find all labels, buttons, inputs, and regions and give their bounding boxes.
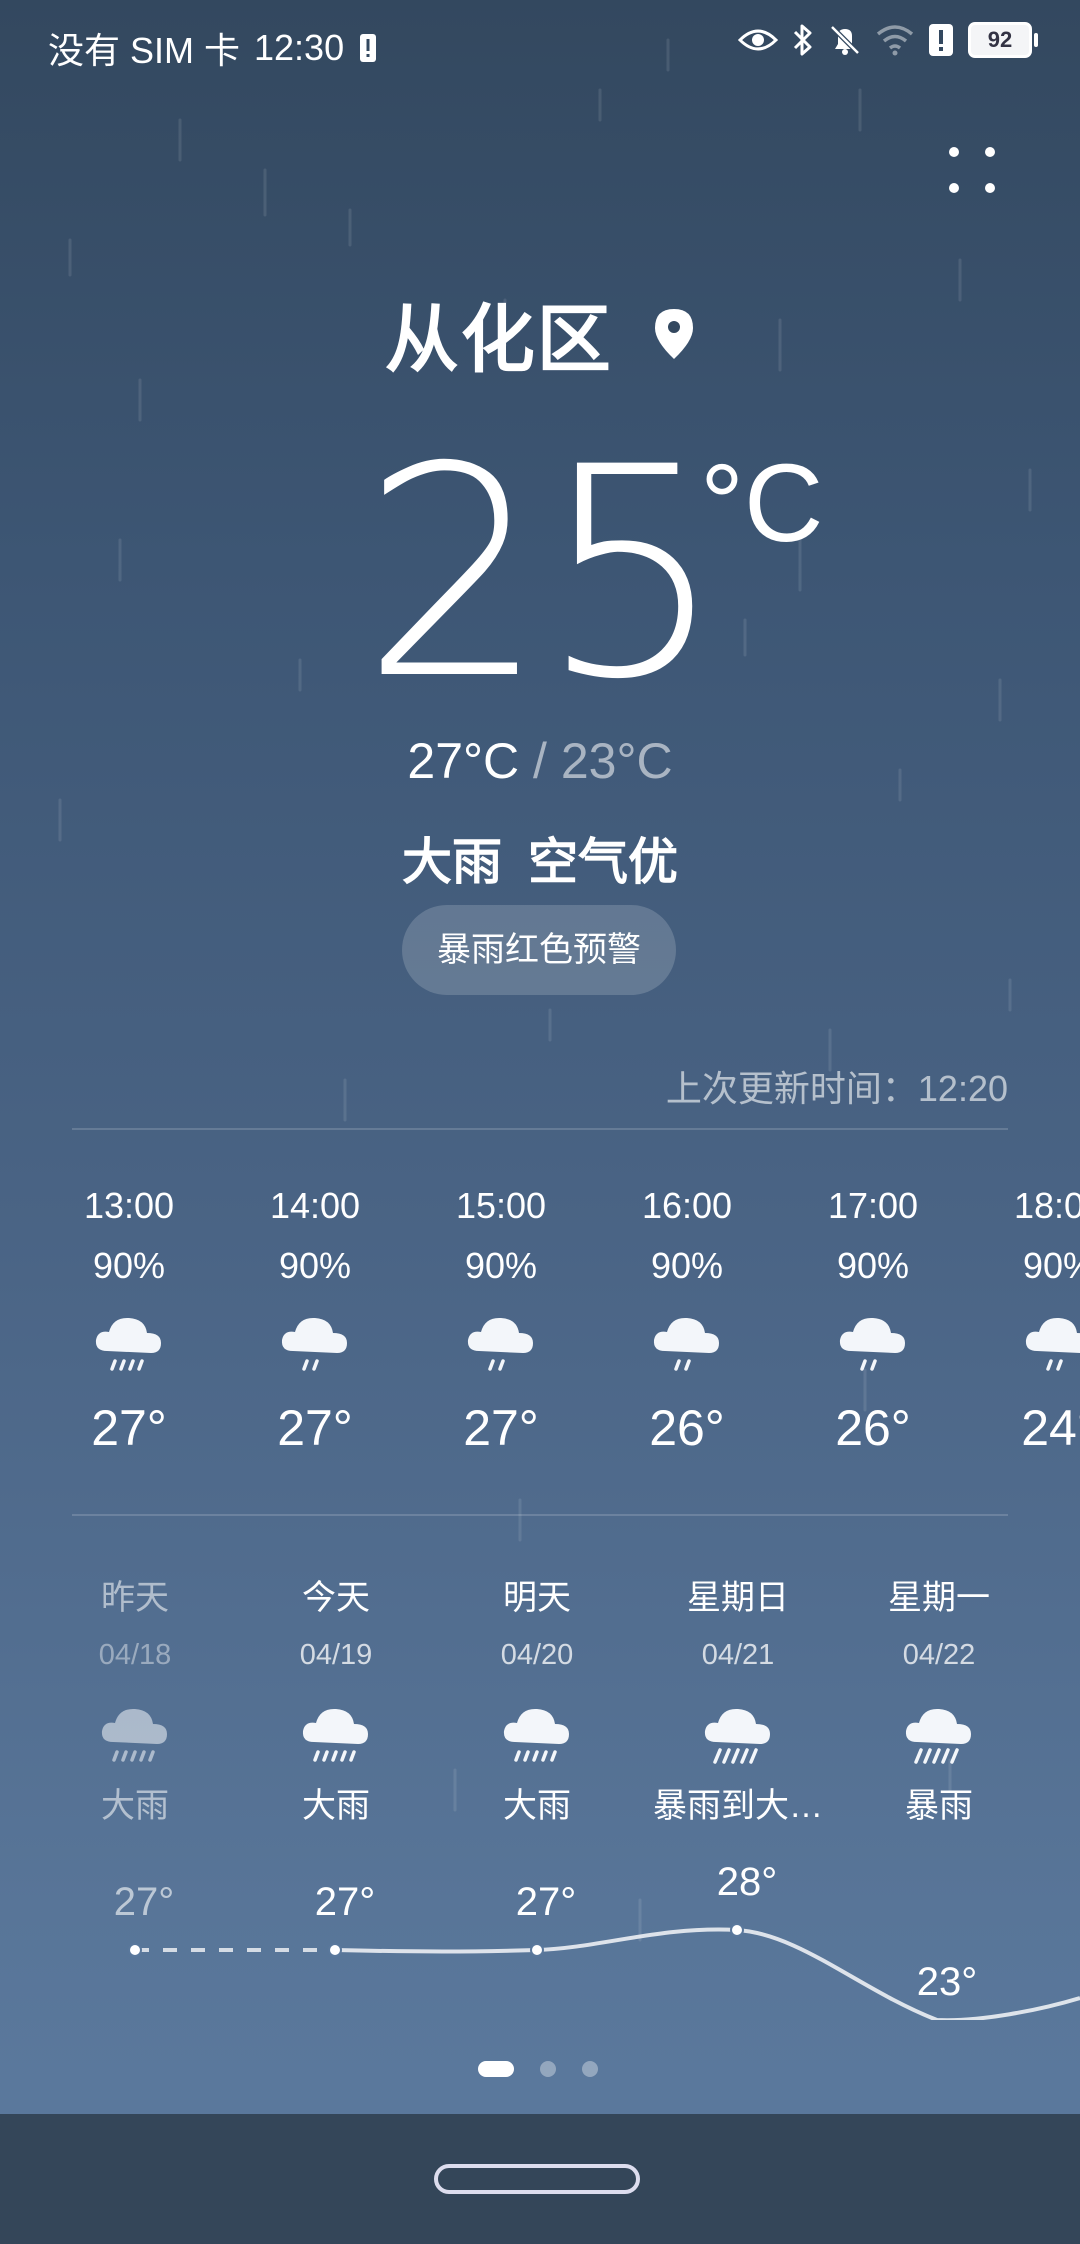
- eye-icon: [738, 29, 778, 51]
- rain-cloud-icon: [607, 1305, 767, 1385]
- day-date: 04/19: [299, 1639, 373, 1671]
- hourly-item: 14:00 90% 27°: [235, 1185, 395, 1457]
- rain-cloud-icon: [235, 1305, 395, 1385]
- hour-precip: 90%: [278, 1245, 352, 1286]
- day-date: 04/18: [98, 1639, 172, 1671]
- navigation-bar: [0, 2114, 1080, 2244]
- page-dot[interactable]: [582, 2061, 598, 2077]
- daily-item: 星期一 04/22 暴雨: [839, 1570, 1039, 1827]
- hourly-item: 15:00 90% 27°: [421, 1185, 581, 1457]
- page-indicator[interactable]: [0, 2058, 1080, 2078]
- daily-item: 昨天 04/18 大雨: [35, 1570, 235, 1827]
- day-date: 04/22: [902, 1639, 976, 1671]
- temp-high: 27°C: [407, 733, 520, 789]
- day-condition: 大雨: [101, 1787, 169, 1825]
- current-temperature: 25: [0, 430, 1080, 720]
- wifi-icon: [876, 25, 914, 56]
- condition-summary: 大雨 空气优: [0, 822, 1080, 894]
- day-name: 今天: [302, 1579, 370, 1617]
- hour-time: 17:00: [827, 1185, 919, 1226]
- alert-icon: [929, 24, 953, 56]
- hour-precip: 90%: [92, 1245, 166, 1286]
- day-condition: 大雨: [503, 1787, 571, 1825]
- temp-low: 23°C: [560, 733, 673, 789]
- battery-level: 92: [987, 27, 1013, 52]
- day-date: 04/20: [500, 1639, 574, 1671]
- sim-alert-icon: [360, 34, 377, 62]
- hour-precip: 90%: [464, 1245, 538, 1286]
- hourly-item: 16:00 90% 26°: [607, 1185, 767, 1457]
- daily-item: 今天 04/19 大雨: [236, 1570, 436, 1827]
- home-indicator[interactable]: [434, 2164, 640, 2194]
- day-name: 星期日: [687, 1579, 789, 1617]
- day-date: 04/21: [701, 1639, 775, 1671]
- divider: [72, 1128, 1008, 1130]
- air-quality: 空气优: [528, 834, 678, 890]
- weather-condition: 大雨: [402, 834, 502, 890]
- temperature-value: 25: [361, 406, 724, 743]
- hourly-item: 18:00 90% 24°: [979, 1185, 1080, 1457]
- temp-separator: /: [533, 733, 547, 789]
- trend-temp: 27°: [314, 1880, 376, 1924]
- carrier-label: 没有 SIM 卡: [48, 30, 241, 71]
- hour-time: 16:00: [641, 1185, 733, 1226]
- hourly-item: 17:00 90% 26°: [793, 1185, 953, 1457]
- trend-temp: 23°: [916, 1960, 978, 2004]
- rain-cloud-icon: [421, 1305, 581, 1385]
- hour-time: 15:00: [455, 1185, 547, 1226]
- hour-temp: 27°: [91, 1400, 167, 1456]
- trend-temp: 27°: [515, 1880, 577, 1924]
- hour-time: 18:00: [1013, 1185, 1080, 1226]
- clock: 12:30: [254, 27, 345, 68]
- trend-temp: 28°: [716, 1860, 778, 1904]
- last-updated: 上次更新时间：12:20: [665, 1068, 1008, 1109]
- hour-temp: 26°: [835, 1400, 911, 1456]
- heavy-rain-icon: [236, 1698, 436, 1778]
- status-bar: 没有 SIM 卡 12:30 92: [0, 0, 1080, 90]
- hour-precip: 90%: [1022, 1245, 1080, 1286]
- hourly-item: 13:00 90% 27°: [49, 1185, 209, 1457]
- hourly-forecast[interactable]: 13:00 90% 27° 14:00 90% 27° 15:00 90% 27…: [0, 1185, 1080, 1465]
- daily-item: 明天 04/20 大雨: [437, 1570, 637, 1827]
- location-title[interactable]: 从化区: [0, 280, 1080, 387]
- day-name: 明天: [503, 1579, 571, 1617]
- day-name: 昨天: [101, 1579, 169, 1617]
- hour-temp: 24°: [1021, 1400, 1080, 1456]
- hour-temp: 26°: [649, 1400, 725, 1456]
- bluetooth-icon: [793, 24, 812, 56]
- day-name: 星期一: [888, 1579, 990, 1617]
- rain-cloud-icon: [49, 1305, 209, 1385]
- temperature-trend: 27° 27° 27° 28° 23°: [0, 1860, 1080, 2020]
- page-dot-active[interactable]: [478, 2061, 514, 2077]
- temp-range: 27°C / 23°C: [0, 732, 1080, 790]
- rainstorm-icon: [638, 1698, 838, 1778]
- hour-time: 13:00: [83, 1185, 175, 1226]
- daily-item: 星期日 04/21 暴雨到大…: [638, 1570, 838, 1827]
- day-condition: 大雨: [302, 1787, 370, 1825]
- page-dot[interactable]: [540, 2061, 556, 2077]
- city-name: 从化区: [384, 298, 613, 381]
- hour-temp: 27°: [463, 1400, 539, 1456]
- battery-indicator: 92: [968, 22, 1038, 58]
- day-condition: 暴雨: [905, 1787, 973, 1825]
- bell-muted-icon: [830, 25, 860, 55]
- location-pin-icon: [655, 308, 694, 359]
- trend-temp: 27°: [113, 1880, 175, 1924]
- weather-alert-badge[interactable]: 暴雨红色预警: [402, 905, 676, 995]
- heavy-rain-icon: [437, 1698, 637, 1778]
- day-condition: 暴雨到大…: [653, 1787, 823, 1825]
- more-options-icon[interactable]: [940, 138, 1004, 202]
- heavy-rain-icon: [35, 1698, 235, 1778]
- rain-cloud-icon: [793, 1305, 953, 1385]
- rain-cloud-icon: [979, 1305, 1080, 1385]
- hour-temp: 27°: [277, 1400, 353, 1456]
- temperature-unit: °C: [700, 442, 824, 565]
- divider: [72, 1514, 1008, 1516]
- hour-precip: 90%: [650, 1245, 724, 1286]
- hour-precip: 90%: [836, 1245, 910, 1286]
- rainstorm-icon: [839, 1698, 1039, 1778]
- hour-time: 14:00: [269, 1185, 361, 1226]
